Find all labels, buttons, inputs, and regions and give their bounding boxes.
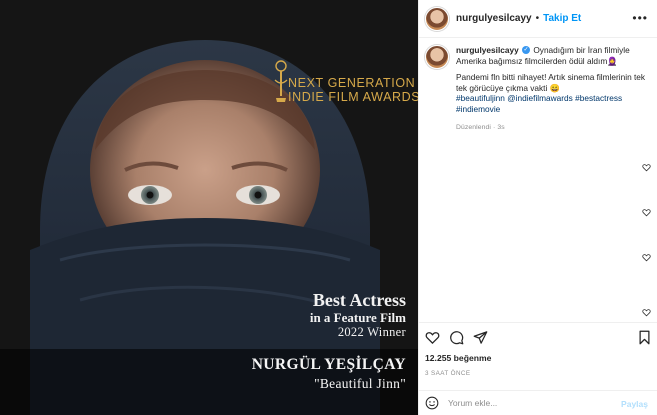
more-horizontal-icon[interactable]: ••• (632, 12, 648, 24)
avatar[interactable] (425, 6, 449, 31)
post-caption: nurgulyesilcayy ✓ Oynadığım bir İran fil… (425, 45, 653, 133)
award-line-1: NEXT GENERATION (288, 76, 416, 90)
comment-input[interactable] (448, 398, 608, 408)
comments-area: nurgulyesilcayy ✓ Oynadığım bir İran fil… (419, 38, 657, 320)
caption-title: Best Actress (312, 290, 406, 310)
film-title: "Beautiful Jinn" (314, 376, 406, 391)
comment-like-heart-icon[interactable] (642, 163, 651, 172)
caption-hashtags[interactable]: #beautifuljinn @indiefilmawards #bestact… (456, 93, 646, 114)
verified-badge-icon: ✓ (522, 46, 531, 55)
header-username[interactable]: nurgulyesilcayy (456, 13, 532, 24)
image-caption: Best Actress in a Feature Film 2022 Winn… (310, 290, 406, 339)
follow-button[interactable]: Takip Et (543, 13, 581, 24)
post-side-panel: nurgulyesilcayy • Takip Et ••• nurgulyes… (418, 0, 657, 415)
like-heart-icon[interactable] (425, 330, 440, 345)
caption-year: 2022 Winner (337, 325, 406, 339)
caption-text: nurgulyesilcayy ✓ Oynadığım bir İran fil… (456, 45, 646, 133)
comment-like-heart-icon[interactable] (642, 208, 651, 217)
caption-subtitle: in a Feature Film (309, 310, 406, 325)
comment-like-heart-icon[interactable] (642, 253, 651, 262)
post-comment-button[interactable]: Paylaş (621, 399, 648, 409)
bookmark-icon[interactable] (637, 330, 652, 345)
caption-line-2: Pandemi fln bitti nihayet! Artık sinema … (456, 72, 646, 93)
post-time[interactable]: 3 SAAT ÖNCE (425, 370, 470, 377)
share-paper-plane-icon[interactable] (473, 330, 488, 345)
award-title: NEXT GENERATION INDIE FILM AWARDS (288, 76, 418, 104)
comment-bar: Paylaş (419, 390, 657, 415)
post-media[interactable]: NEXT GENERATION INDIE FILM AWARDS Best A… (0, 0, 418, 415)
comment-bubble-icon[interactable] (449, 330, 464, 345)
actress-name: NURGÜL YEŞİLÇAY (251, 356, 406, 373)
header-separator: • (535, 13, 540, 24)
post-header: nurgulyesilcayy • Takip Et ••• (419, 0, 657, 38)
edited-time: Düzenlendi · 3s (456, 123, 505, 131)
caption-avatar[interactable] (425, 45, 449, 69)
award-line-2: INDIE FILM AWARDS (288, 90, 418, 104)
emoji-smiley-icon[interactable] (425, 396, 439, 410)
caption-username[interactable]: nurgulyesilcayy (456, 45, 519, 55)
image-credit: NURGÜL YEŞİLÇAY "Beautiful Jinn" (252, 355, 406, 393)
likes-count[interactable]: 12.255 beğenme (425, 353, 491, 363)
post-actions (419, 322, 657, 348)
comment-like-heart-icon[interactable] (642, 308, 651, 317)
